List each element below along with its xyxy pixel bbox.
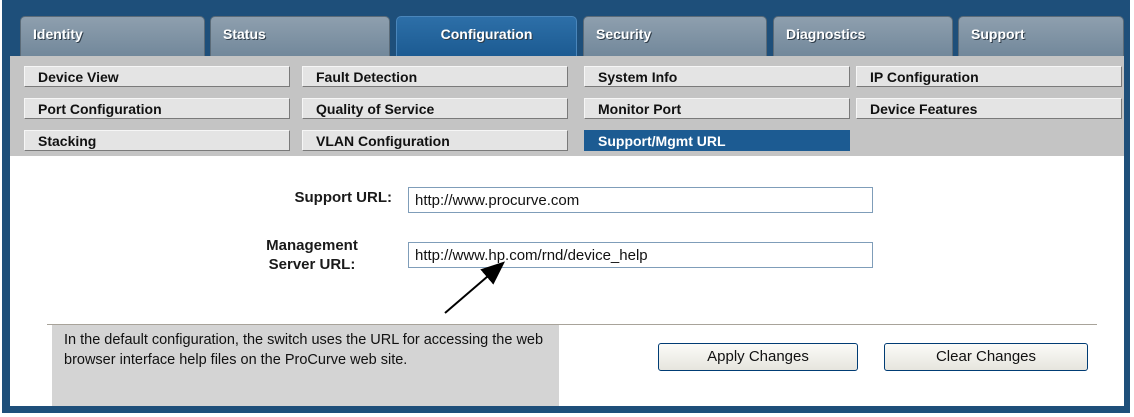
main-window: Identity Status Configuration Security D… bbox=[2, 0, 1130, 413]
frame-bottom-border bbox=[2, 406, 1130, 413]
callout-arrow-icon bbox=[444, 261, 506, 314]
